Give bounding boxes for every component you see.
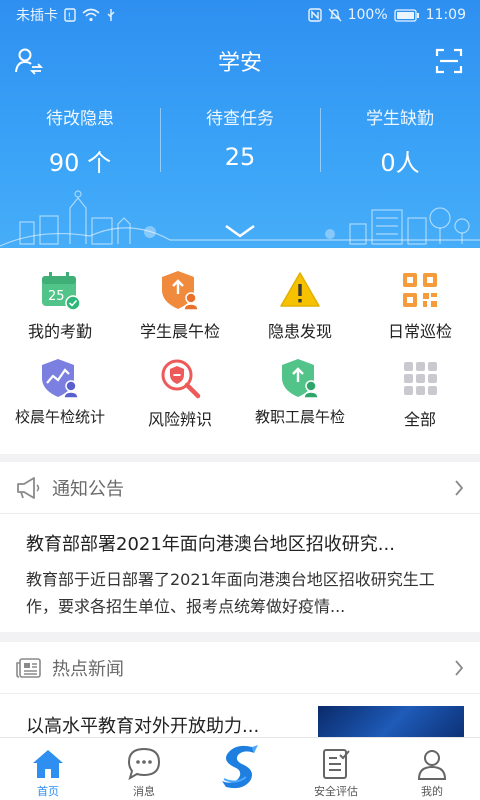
grid-item-label: 全部 (403, 410, 436, 429)
wifi-icon (82, 8, 100, 22)
calendar-day: 25 (48, 289, 65, 304)
stat-value: 90 个 (48, 149, 112, 177)
chevron-right-icon[interactable] (454, 659, 464, 677)
stat-value: 0人 (380, 149, 420, 177)
carrier-text: 未插卡 (16, 8, 58, 24)
shield-stats-icon (42, 359, 79, 399)
staff-shield-icon (282, 359, 319, 399)
shield-upload-icon (162, 271, 199, 311)
tab-label: 首页 (37, 785, 59, 798)
hot-news-title: 热点新闻 (52, 658, 124, 680)
tab-center-logo[interactable] (192, 738, 288, 800)
usb-icon (107, 9, 115, 21)
grid-item-student-check[interactable]: 学生晨午检 (120, 248, 240, 341)
stat-label: 待改隐患 (46, 109, 114, 129)
stat-value: 25 (224, 143, 256, 171)
stat-label: 学生缺勤 (366, 109, 434, 129)
hot-news-section: 热点新闻 以高水平教育对外开放助力... (0, 642, 480, 737)
header-panel: 未插卡 ! 100% 11:09 学安 待改隐患 90 个 待查任务 25 学生… (0, 0, 480, 248)
hot-news-headline[interactable]: 以高水平教育对外开放助力... (0, 694, 300, 737)
grid-item-label: 风险辨识 (147, 410, 212, 429)
notice-headline[interactable]: 教育部部署2021年面向港澳台地区招收研究... (0, 514, 480, 556)
clipboard-icon (323, 749, 350, 779)
tab-messages[interactable]: 消息 (96, 738, 192, 800)
stat-pending-hazards[interactable]: 待改隐患 90 个 (0, 104, 160, 178)
grid-item-daily-inspection[interactable]: 日常巡检 (360, 248, 480, 341)
sim-icon: ! (64, 8, 76, 22)
bottom-tab-bar: 首页 消息 安全评估 我的 (0, 737, 480, 800)
nfc-icon (307, 8, 322, 22)
battery-icon (393, 8, 419, 22)
chevron-right-icon[interactable] (454, 479, 464, 497)
notice-section: 通知公告 教育部部署2021年面向港澳台地区招收研究... 教育部于近日部署了2… (0, 462, 480, 632)
grid-item-staff-check[interactable]: 教职工晨午检 (240, 336, 360, 426)
scan-icon[interactable] (434, 46, 464, 76)
tab-home[interactable]: 首页 (0, 738, 96, 800)
expand-chevron-icon[interactable] (222, 222, 258, 240)
grid-item-my-attendance[interactable]: 25 我的考勤 (0, 248, 120, 341)
calendar-check-icon: 25 (42, 272, 81, 311)
battery-percent: 100% (347, 7, 388, 23)
profile-icon (417, 750, 447, 780)
megaphone-icon (17, 476, 40, 499)
newspaper-icon (16, 657, 41, 678)
grid-item-hazard-found[interactable]: 隐患发现 (240, 248, 360, 341)
grid-item-risk-identification[interactable]: 风险辨识 (120, 336, 240, 429)
svg-text:!: ! (68, 12, 72, 22)
notice-title: 通知公告 (52, 478, 124, 500)
clock-text: 11:09 (425, 7, 466, 23)
stat-student-absence[interactable]: 学生缺勤 0人 (320, 104, 480, 178)
status-bar: 未插卡 ! 100% 11:09 (0, 0, 480, 30)
grid-item-label: 校晨午检统计 (14, 408, 105, 426)
stat-pending-tasks[interactable]: 待查任务 25 (160, 104, 320, 178)
qr-code-icon (403, 273, 437, 307)
tab-label: 安全评估 (314, 785, 358, 798)
notice-header[interactable]: 通知公告 (0, 462, 480, 514)
grid-item-school-check-stats[interactable]: 校晨午检统计 (0, 336, 120, 426)
hot-news-header[interactable]: 热点新闻 (0, 642, 480, 694)
risk-search-icon (161, 359, 201, 399)
page-title: 学安 (217, 51, 262, 76)
tab-profile[interactable]: 我的 (384, 738, 480, 800)
app-logo-icon (222, 745, 258, 789)
mute-icon (328, 8, 342, 22)
grid-item-all[interactable]: 全部 (360, 336, 480, 429)
news-thumbnail[interactable] (318, 706, 464, 737)
message-icon (127, 747, 161, 781)
notice-body[interactable]: 教育部于近日部署了2021年面向港澳台地区招收研究生工作，要求各招生单位、报考点… (0, 556, 480, 620)
home-icon (33, 750, 63, 778)
stats-row: 待改隐患 90 个 待查任务 25 学生缺勤 0人 (0, 104, 480, 178)
apps-grid-icon (404, 362, 437, 395)
stat-label: 待查任务 (206, 109, 274, 129)
warning-icon (280, 272, 320, 307)
user-switch-icon[interactable] (14, 46, 44, 76)
grid-item-label: 教职工晨午检 (254, 408, 345, 426)
function-grid: 25 我的考勤 学生晨午检 隐患发现 日常巡检 校晨午检统计 风险辨识 教职工晨… (0, 248, 480, 454)
tab-label: 消息 (133, 785, 155, 798)
tab-safety-assessment[interactable]: 安全评估 (288, 738, 384, 800)
tab-label: 我的 (421, 785, 443, 798)
